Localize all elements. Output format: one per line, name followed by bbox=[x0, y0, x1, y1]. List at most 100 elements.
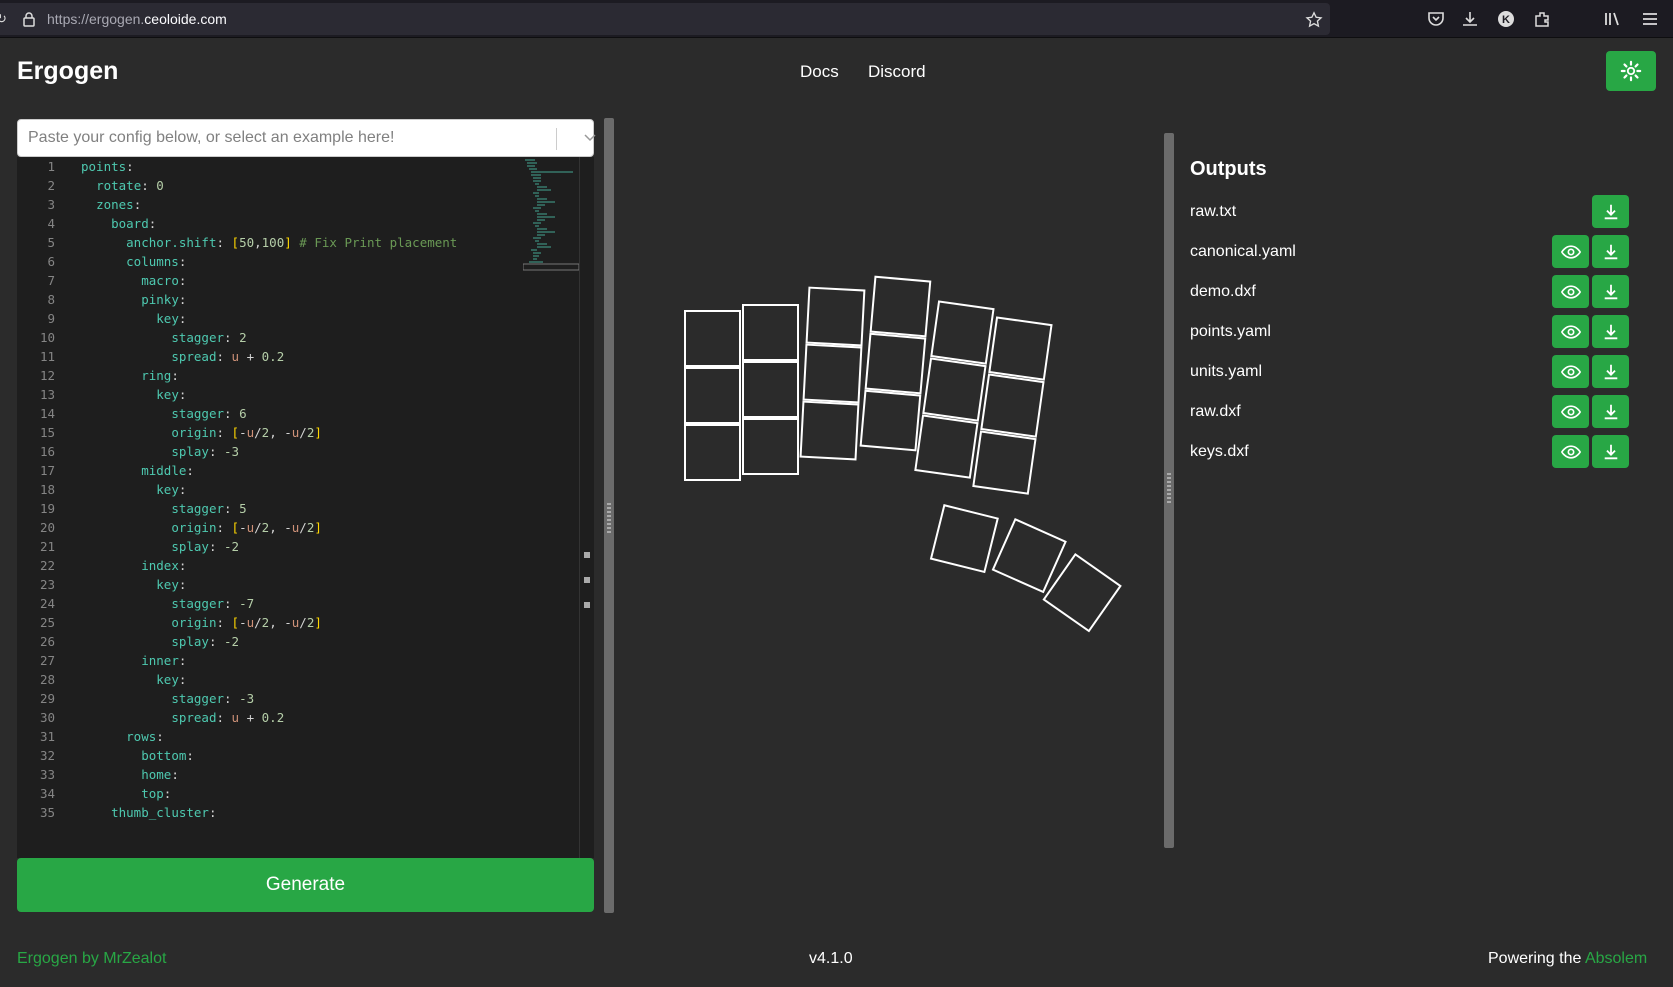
key-outline bbox=[930, 300, 995, 365]
editor-line[interactable]: 8 pinky: bbox=[17, 290, 577, 309]
preview-button[interactable] bbox=[1552, 235, 1589, 268]
downloads-icon[interactable] bbox=[1460, 9, 1480, 29]
download-button[interactable] bbox=[1592, 435, 1629, 468]
editor-line[interactable]: 1 points: bbox=[17, 157, 577, 176]
line-number: 30 bbox=[39, 710, 55, 725]
download-button[interactable] bbox=[1592, 195, 1629, 228]
editor-line[interactable]: 35 thumb_cluster: bbox=[17, 803, 577, 822]
chevron-down-icon[interactable] bbox=[583, 131, 597, 145]
download-button[interactable] bbox=[1592, 275, 1629, 308]
nav-docs-link[interactable]: Docs bbox=[800, 62, 839, 82]
library-icon[interactable] bbox=[1602, 9, 1622, 29]
download-icon bbox=[1604, 284, 1617, 299]
download-button[interactable] bbox=[1592, 235, 1629, 268]
preview-button[interactable] bbox=[1552, 395, 1589, 428]
code-text: top: bbox=[141, 786, 172, 801]
account-icon[interactable]: K bbox=[1496, 9, 1516, 29]
preview-button[interactable] bbox=[1552, 275, 1589, 308]
editor-line[interactable]: 5 anchor.shift: [50,100] # Fix Print pla… bbox=[17, 233, 577, 252]
editor-line[interactable]: 34 top: bbox=[17, 784, 577, 803]
editor-line[interactable]: 19 stagger: 5 bbox=[17, 499, 577, 518]
config-editor[interactable]: 1 points: 2 rotate: 03 zones: 4 board: 5 anc… bbox=[17, 157, 594, 858]
download-button[interactable] bbox=[1592, 395, 1629, 428]
code-text: middle: bbox=[141, 463, 194, 478]
generate-button[interactable]: Generate bbox=[17, 858, 594, 912]
editor-line[interactable]: 4 board: bbox=[17, 214, 577, 233]
output-filename: demo.dxf bbox=[1190, 283, 1256, 300]
key-outline bbox=[742, 418, 799, 475]
download-button[interactable] bbox=[1592, 355, 1629, 388]
code-text: rotate: 0 bbox=[96, 178, 164, 193]
editor-line[interactable]: 32 bottom: bbox=[17, 746, 577, 765]
scroll-marker bbox=[584, 577, 590, 583]
code-text: stagger: 2 bbox=[171, 330, 247, 345]
line-number: 1 bbox=[47, 159, 55, 174]
outputs-panel: Outputs raw.txt canonical.yaml demo.dxf poi… bbox=[1190, 158, 1660, 475]
editor-line[interactable]: 3 zones: bbox=[17, 195, 577, 214]
pocket-icon[interactable] bbox=[1426, 9, 1446, 29]
line-number: 26 bbox=[39, 634, 55, 649]
code-text: pinky: bbox=[141, 292, 187, 307]
app-brand[interactable]: Ergogen bbox=[17, 57, 118, 86]
editor-line[interactable]: 29 stagger: -3 bbox=[17, 689, 577, 708]
editor-line[interactable]: 26 splay: -2 bbox=[17, 632, 577, 651]
example-select-placeholder: Paste your config below, or select an ex… bbox=[28, 129, 395, 146]
settings-button[interactable] bbox=[1606, 51, 1656, 91]
editor-line[interactable]: 27 inner: bbox=[17, 651, 577, 670]
editor-line[interactable]: 13 key: bbox=[17, 385, 577, 404]
splitter-grip bbox=[1167, 473, 1171, 503]
footer-version: v4.1.0 bbox=[809, 950, 853, 967]
left-splitter[interactable] bbox=[604, 118, 614, 913]
gear-icon bbox=[1620, 60, 1642, 82]
editor-line[interactable]: 23 key: bbox=[17, 575, 577, 594]
footer-author-link[interactable]: Ergogen by MrZealot bbox=[17, 950, 166, 968]
editor-line[interactable]: 21 splay: -2 bbox=[17, 537, 577, 556]
editor-line[interactable]: 10 stagger: 2 bbox=[17, 328, 577, 347]
menu-icon[interactable] bbox=[1640, 9, 1660, 29]
download-icon bbox=[1604, 364, 1617, 379]
editor-line[interactable]: 17 middle: bbox=[17, 461, 577, 480]
line-number: 29 bbox=[39, 691, 55, 706]
key-outline bbox=[914, 414, 979, 479]
preview-button[interactable] bbox=[1552, 435, 1589, 468]
editor-line[interactable]: 25 origin: [-u/2, -u/2] bbox=[17, 613, 577, 632]
bookmark-star-icon[interactable] bbox=[1305, 11, 1323, 29]
address-bar[interactable]: ↻ https://ergogen.ceoloide.com bbox=[0, 3, 1330, 35]
output-row: raw.txt bbox=[1190, 195, 1660, 235]
url-text[interactable]: https://ergogen.ceoloide.com bbox=[47, 11, 227, 27]
line-number: 35 bbox=[39, 805, 55, 820]
line-number: 16 bbox=[39, 444, 55, 459]
nav-discord-link[interactable]: Discord bbox=[868, 62, 926, 82]
preview-button[interactable] bbox=[1552, 315, 1589, 348]
preview-button[interactable] bbox=[1552, 355, 1589, 388]
editor-line[interactable]: 12 ring: bbox=[17, 366, 577, 385]
line-number: 7 bbox=[47, 273, 55, 288]
key-outline bbox=[805, 286, 866, 347]
editor-line[interactable]: 7 macro: bbox=[17, 271, 577, 290]
editor-line[interactable]: 6 columns: bbox=[17, 252, 577, 271]
right-splitter[interactable] bbox=[1164, 133, 1174, 848]
editor-minimap[interactable] bbox=[523, 157, 583, 297]
editor-scrollbar[interactable] bbox=[579, 157, 593, 858]
editor-line[interactable]: 24 stagger: -7 bbox=[17, 594, 577, 613]
editor-line[interactable]: 22 index: bbox=[17, 556, 577, 575]
download-button[interactable] bbox=[1592, 315, 1629, 348]
output-row: raw.dxf bbox=[1190, 395, 1660, 435]
editor-line[interactable]: 16 splay: -3 bbox=[17, 442, 577, 461]
example-select[interactable]: Paste your config below, or select an ex… bbox=[17, 119, 597, 157]
reload-icon[interactable]: ↻ bbox=[0, 12, 8, 26]
editor-line[interactable]: 33 home: bbox=[17, 765, 577, 784]
key-outline bbox=[742, 304, 799, 361]
editor-line[interactable]: 14 stagger: 6 bbox=[17, 404, 577, 423]
extensions-icon[interactable] bbox=[1532, 9, 1552, 29]
editor-line[interactable]: 30 spread: u + 0.2 bbox=[17, 708, 577, 727]
footer-absolem-link[interactable]: Absolem bbox=[1585, 950, 1647, 967]
editor-line[interactable]: 11 spread: u + 0.2 bbox=[17, 347, 577, 366]
editor-line[interactable]: 9 key: bbox=[17, 309, 577, 328]
editor-line[interactable]: 20 origin: [-u/2, -u/2] bbox=[17, 518, 577, 537]
editor-line[interactable]: 28 key: bbox=[17, 670, 577, 689]
editor-line[interactable]: 15 origin: [-u/2, -u/2] bbox=[17, 423, 577, 442]
editor-line[interactable]: 18 key: bbox=[17, 480, 577, 499]
editor-line[interactable]: 2 rotate: 0 bbox=[17, 176, 577, 195]
editor-line[interactable]: 31 rows: bbox=[17, 727, 577, 746]
